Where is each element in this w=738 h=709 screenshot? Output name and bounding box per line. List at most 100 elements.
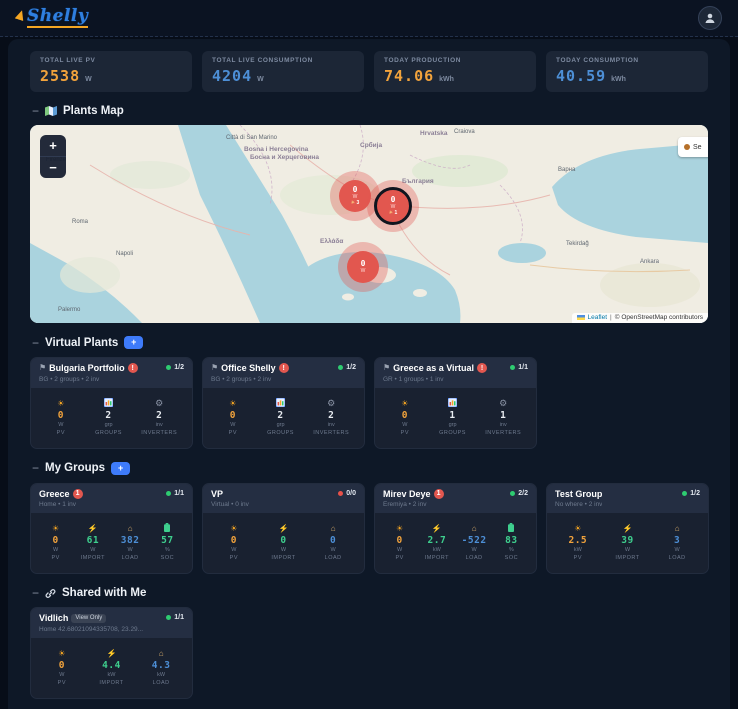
stat-label: LOAD [324, 555, 342, 561]
lightning-icon: ⚡ [431, 524, 442, 533]
stat-label: PV [56, 429, 66, 436]
card-stats: ☀ 0 W PV ⚡ 0 W IMPORT ⌂ 0 W LOAD [203, 513, 364, 573]
lightning-icon: ⚡ [106, 648, 117, 658]
map-marker[interactable]: 0 W ☀ 3 [339, 180, 371, 212]
stat-label: IMPORT [271, 555, 296, 561]
virtual-plant-card[interactable]: ⚑ Bulgaria Portfolio! BG • 2 groups • 2 in… [30, 357, 193, 449]
virtual-plant-card[interactable]: ⚑ Greece as a Virtual! GR • 1 groups • 1 i… [374, 357, 537, 449]
status-count: 2/2 [518, 489, 528, 497]
osm-attribution[interactable]: © OpenStreetMap contributors [615, 314, 703, 321]
alert-badge[interactable]: ! [477, 363, 488, 373]
sun-icon: ☀ [58, 648, 66, 658]
group-card[interactable]: Test Group No where • 2 inv 1/2 ☀ 2.5 kW PV ⚡ 39… [546, 482, 709, 574]
my-groups-cards: Greece 1 Home • 1 inv 1/1 ☀ 0 W PV ⚡ 61 W IMPORT ⌂ 38… [30, 482, 709, 574]
online-status: 1/2 [338, 364, 356, 371]
shelly-logo[interactable]: Shelly [16, 6, 89, 28]
attribution-separator: | [610, 314, 612, 321]
sun-icon: ☀ [401, 398, 409, 408]
group-card[interactable]: VP Virtual • 0 inv 0/0 ☀ 0 W PV ⚡ 0 W IMPORT ⌂ 0 W LOA… [202, 482, 365, 574]
status-dot [338, 490, 344, 496]
stat-column: ⌂ 382 W LOAD [115, 523, 145, 561]
stat-unit: W [127, 547, 133, 553]
sun-icon: ☀ [52, 524, 60, 533]
user-menu-button[interactable] [698, 6, 722, 30]
map-place-label: Ελλάδα [320, 237, 343, 245]
add-virtual-plant-button[interactable]: + [124, 336, 144, 349]
add-group-button[interactable]: + [111, 461, 131, 475]
collapse-toggle[interactable]: − [32, 462, 39, 474]
group-card[interactable]: Greece 1 Home • 1 inv 1/1 ☀ 0 W PV ⚡ 61 W IMPORT ⌂ 38… [30, 482, 193, 574]
stat-label: TODAY PRODUCTION [384, 57, 462, 64]
shared-plant-card[interactable]: Vidlich View Only Home 42.68021094335708, … [30, 607, 193, 699]
stat-label: PV [573, 555, 582, 561]
card-header: Test Group No where • 2 inv 1/2 [547, 483, 708, 513]
alert-badge[interactable]: ! [127, 363, 138, 373]
lightning-icon: ⚡ [278, 524, 289, 533]
virtual-plant-card[interactable]: ⚑ Office Shelly! BG • 2 groups • 2 inv 1/2 ☀… [202, 357, 365, 449]
card-subtitle: Home • 1 inv [39, 501, 76, 508]
house-icon: ⌂ [674, 524, 680, 533]
stat-column: ⚡ 39 W IMPORT [612, 523, 642, 561]
link-icon [45, 588, 56, 599]
house-icon: ⌂ [127, 524, 133, 533]
stat-column: ⌂ 0 W LOAD [318, 523, 348, 561]
stat-label: LOAD [121, 555, 139, 561]
map-marker-selected[interactable]: 0 W ☀ 1 [374, 187, 412, 225]
stat-value: 0 [229, 409, 236, 421]
virtual-plants-title: Virtual Plants [45, 336, 119, 349]
stat-label: SOC [504, 555, 519, 561]
card-header: Vidlich View Only Home 42.68021094335708, … [31, 608, 192, 638]
alert-badge[interactable]: 1 [433, 488, 444, 499]
plants-map[interactable]: Città di San Marino Hrvatska Bosna i Herce… [30, 125, 708, 323]
leaflet-link[interactable]: Leaflet [588, 314, 608, 321]
alert-badge[interactable]: ! [278, 363, 289, 373]
stat-column: ⌂ -522 W LOAD [459, 523, 489, 561]
online-status: 1/1 [166, 490, 184, 497]
stat-unit: W [330, 547, 336, 553]
map-corner-button[interactable]: Se [678, 137, 708, 157]
inverter-icon: ⚙ [499, 397, 508, 408]
online-status: 1/1 [166, 614, 184, 621]
stat-unit: W [53, 547, 59, 553]
stat-unit: W [624, 547, 631, 553]
zoom-out-button[interactable]: − [40, 156, 66, 178]
battery-icon [152, 523, 182, 534]
collapse-toggle[interactable]: − [32, 337, 39, 349]
card-header: Mirev Deye 1 Eremiya • 2 inv 2/2 [375, 483, 536, 513]
status-dot [338, 365, 344, 370]
brand-name: Shelly [27, 6, 89, 28]
stat-unit: kW [432, 547, 441, 553]
dashboard-content: TOTAL LIVE PV 2538 W TOTAL LIVE CONSUMPTION… [8, 39, 730, 709]
group-card[interactable]: Mirev Deye 1 Eremiya • 2 inv 2/2 ☀ 0 W PV ⚡ 2.7 kW… [374, 482, 537, 574]
stat-unit: W [58, 421, 64, 428]
sun-icon: ☀ [57, 398, 65, 408]
card-header: ⚑ Office Shelly! BG • 2 groups • 2 inv 1/2 [203, 358, 364, 388]
card-stats: ☀ 2.5 kW PV ⚡ 39 W IMPORT ⌂ 3 W LOAD [547, 513, 708, 573]
stat-value: 2 [328, 409, 335, 421]
virtual-plants-section-header: − Virtual Plants + [32, 336, 706, 349]
card-stats: ☀ 0 W PV 1 grp GROUPS ⚙ 1 inv INVERTERS [375, 388, 536, 448]
card-name: Greece [39, 488, 70, 499]
collapse-toggle[interactable]: − [32, 105, 39, 117]
stat-value: -522 [461, 535, 487, 546]
stat-label: INVERTERS [485, 429, 522, 436]
chart-icon [438, 397, 468, 409]
card-name: Vidlich [39, 613, 69, 623]
flag-icon: ⚑ [39, 363, 47, 372]
zoom-in-button[interactable]: + [40, 135, 66, 156]
card-stats: ☀ 0 W PV ⚡ 2.7 kW IMPORT ⌂ -522 W LOAD 83% SOC [375, 513, 536, 573]
status-dot [682, 490, 688, 496]
stat-column: ⌂ 4.3 kW LOAD [146, 648, 176, 686]
alert-badge[interactable]: 1 [72, 488, 83, 499]
stat-value: 1 [449, 409, 456, 421]
stat-column: ⌂ 3 W LOAD [662, 523, 692, 561]
card-subtitle: GR • 1 groups • 1 inv [383, 375, 444, 383]
map-marker[interactable]: 0W [347, 251, 379, 283]
card-stats: ☀ 0 W PV ⚡ 61 W IMPORT ⌂ 382 W LOAD 57% SOC [31, 513, 192, 573]
navbar: Shelly [0, 0, 738, 37]
collapse-toggle[interactable]: − [32, 587, 39, 599]
stat-unit: W [230, 421, 236, 428]
map-place-label: Варна [558, 167, 576, 173]
corner-button-label: Se [693, 143, 702, 151]
summary-stats-row: TOTAL LIVE PV 2538 W TOTAL LIVE CONSUMPTION… [30, 51, 708, 92]
